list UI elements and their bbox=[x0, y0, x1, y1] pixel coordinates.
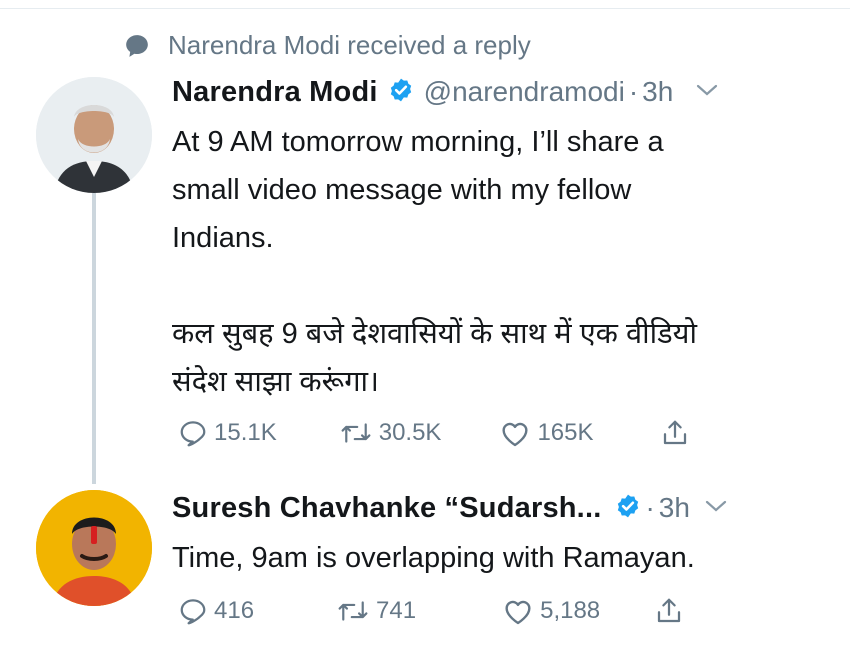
chevron-down-icon[interactable] bbox=[704, 498, 728, 519]
reply-context: Narendra Modi received a reply bbox=[124, 30, 531, 61]
verified-icon bbox=[388, 77, 414, 108]
avatar-narendra-modi[interactable] bbox=[36, 77, 152, 193]
tweet-actions: 15.1K 30.5K 165K bbox=[172, 418, 822, 448]
author-name[interactable]: Suresh Chavhanke “Sudarsh... bbox=[172, 492, 601, 525]
top-divider bbox=[0, 8, 850, 9]
chevron-down-icon[interactable] bbox=[695, 82, 719, 103]
share-icon bbox=[660, 418, 690, 448]
separator-dot: · bbox=[628, 76, 639, 107]
reply-icon bbox=[178, 596, 208, 626]
reply-button[interactable]: 15.1K bbox=[172, 418, 277, 448]
reply-icon bbox=[178, 418, 208, 448]
retweet-icon bbox=[339, 418, 373, 448]
share-button[interactable] bbox=[648, 596, 684, 626]
tweet-header: Suresh Chavhanke “Sudarsh... · 3h bbox=[172, 486, 822, 530]
speech-bubble-icon bbox=[124, 33, 150, 59]
tweet-text-line: Indians. bbox=[172, 222, 274, 254]
like-button[interactable]: 165K bbox=[493, 418, 594, 448]
tweet-actions: 416 741 5,188 bbox=[172, 596, 822, 626]
thread-connector-line bbox=[92, 192, 96, 484]
like-count: 5,188 bbox=[540, 597, 601, 624]
share-icon bbox=[654, 596, 684, 626]
retweet-count: 30.5K bbox=[378, 419, 442, 446]
tweet-text-line-hindi: कल सुबह 9 बजे देशवासियों के साथ में एक व… bbox=[172, 318, 697, 350]
retweet-count: 741 bbox=[376, 597, 417, 624]
tweet-timestamp[interactable]: 3h bbox=[642, 76, 673, 108]
reply-context-text: Narendra Modi received a reply bbox=[168, 30, 531, 60]
tweet-text-line: Time, 9am is overlapping with Ramayan. bbox=[172, 542, 695, 574]
tweet-reply[interactable]: Suresh Chavhanke “Sudarsh... · 3h Time, … bbox=[172, 486, 822, 626]
retweet-button[interactable]: 30.5K bbox=[333, 418, 442, 448]
like-icon bbox=[502, 596, 534, 626]
like-icon bbox=[499, 418, 531, 448]
reply-button[interactable]: 416 bbox=[172, 596, 254, 626]
verified-icon bbox=[615, 493, 641, 524]
avatar-suresh-chavhanke[interactable] bbox=[36, 490, 152, 606]
like-button[interactable]: 5,188 bbox=[496, 596, 600, 626]
tweet-text-line: At 9 AM tomorrow morning, I’ll share a bbox=[172, 126, 664, 158]
tweet-text: At 9 AM tomorrow morning, I’ll share a s… bbox=[172, 118, 822, 406]
share-button[interactable] bbox=[654, 418, 690, 448]
tweet-timestamp[interactable]: 3h bbox=[659, 492, 690, 524]
author-name[interactable]: Narendra Modi bbox=[172, 76, 378, 109]
tweet-text-line-hindi: संदेश साझा करूंगा। bbox=[172, 366, 380, 398]
tweet-main[interactable]: Narendra Modi @narendramodi · 3h At 9 AM… bbox=[172, 70, 822, 448]
tweet-text: Time, 9am is overlapping with Ramayan. bbox=[172, 534, 822, 582]
retweet-icon bbox=[336, 596, 370, 626]
separator-dot: · bbox=[645, 492, 655, 523]
retweet-button[interactable]: 741 bbox=[330, 596, 416, 626]
tweet-text-line: small video message with my fellow bbox=[172, 174, 632, 206]
like-count: 165K bbox=[537, 419, 594, 446]
reply-count: 15.1K bbox=[214, 419, 277, 446]
reply-count: 416 bbox=[214, 597, 255, 624]
tweet-header: Narendra Modi @narendramodi · 3h bbox=[172, 70, 822, 114]
author-handle[interactable]: @narendramodi bbox=[424, 76, 625, 108]
